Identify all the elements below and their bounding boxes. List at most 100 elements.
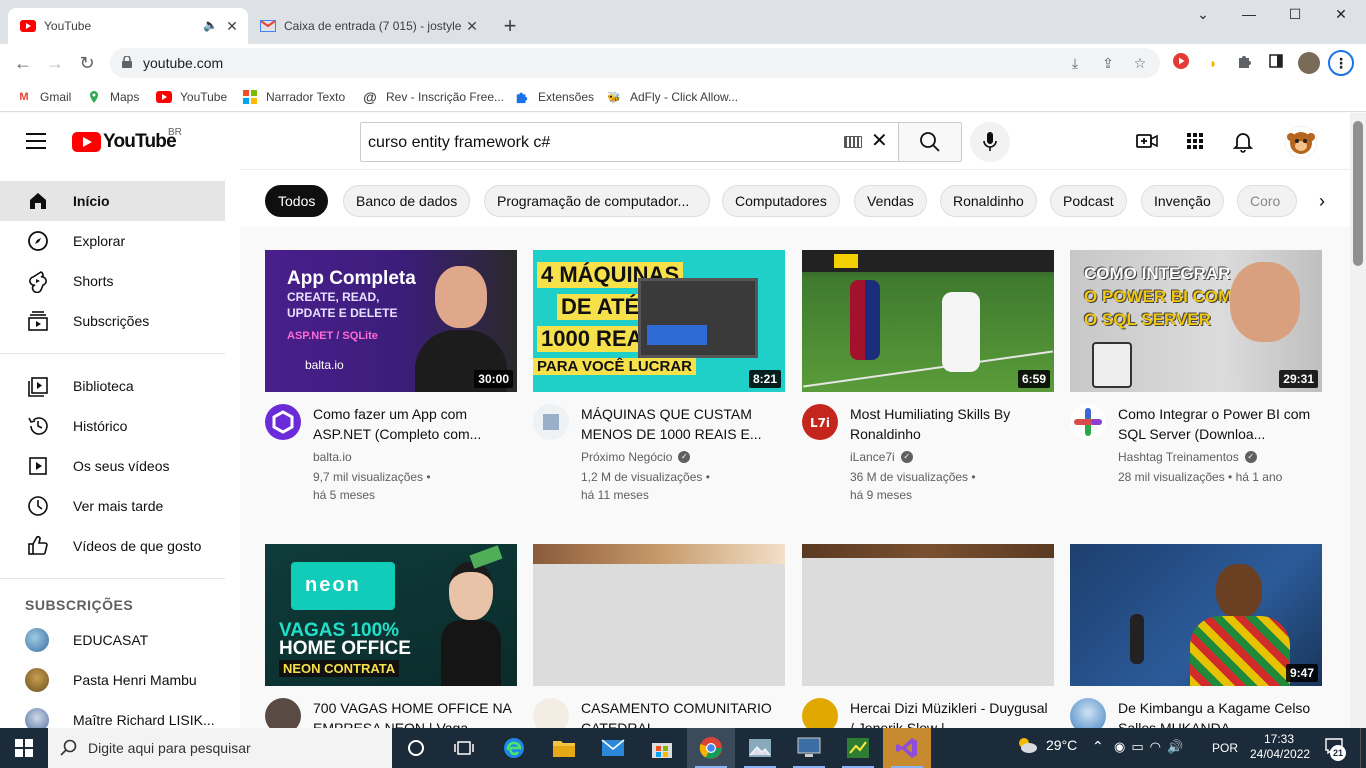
channel-name[interactable]: iLance7i ✓ xyxy=(850,450,913,464)
clear-search-icon[interactable]: ✕ xyxy=(871,131,888,151)
channel-name[interactable]: balta.io xyxy=(313,450,352,464)
video-title[interactable]: Hercai Dizi Müzikleri - Duygusal / Jener… xyxy=(850,698,1050,728)
maximize-button[interactable]: ☐ xyxy=(1272,6,1318,30)
video-card[interactable]: 6:59 L7i Most Humiliating Skills By Rona… xyxy=(802,250,1054,520)
remote-desktop-app[interactable] xyxy=(785,728,833,768)
visual-studio-app[interactable] xyxy=(883,728,931,768)
chip-programacao[interactable]: Programação de computador... xyxy=(484,185,710,217)
show-hidden-icons-icon[interactable]: ⌃ xyxy=(1092,738,1104,755)
channel-avatar[interactable] xyxy=(1070,404,1106,440)
chip-podcast[interactable]: Podcast xyxy=(1050,185,1127,217)
video-thumbnail[interactable]: 4 MÁQUINAS DE ATÉ 1000 REAIS PARA VOCÊ L… xyxy=(533,250,785,392)
tab-gmail[interactable]: Caixa de entrada (7 015) - jostyle ✕ xyxy=(248,8,488,44)
mail-app[interactable] xyxy=(589,728,637,768)
forward-button[interactable]: → xyxy=(42,50,68,76)
bookmark-maps[interactable]: Maps xyxy=(86,88,139,106)
bookmark-star-icon[interactable]: ☆ xyxy=(1130,53,1150,73)
video-thumbnail[interactable] xyxy=(802,544,1054,686)
video-card[interactable]: COMO INTEGRAR O POWER BI COM O SQL SERVE… xyxy=(1070,250,1322,520)
address-bar[interactable]: youtube.com ⤓ ⇪ ☆ xyxy=(110,48,1160,78)
video-card[interactable]: 9:47 De Kimbangu a Kagame Celso Salles M… xyxy=(1070,544,1322,728)
menu-kebab-icon[interactable]: ⋮ xyxy=(1328,50,1354,76)
start-button[interactable] xyxy=(0,728,48,768)
search-button[interactable] xyxy=(898,122,962,162)
extension-icon[interactable]: ◗ xyxy=(1203,53,1223,73)
notifications-bell-icon[interactable] xyxy=(1231,129,1255,153)
minimize-button[interactable]: — xyxy=(1226,6,1272,30)
video-title[interactable]: 700 VAGAS HOME OFFICE NA EMPRESA NEON | … xyxy=(313,698,513,728)
subscription-item[interactable]: Maître Richard LISIK... xyxy=(0,700,225,728)
video-title[interactable]: MÁQUINAS QUE CUSTAM MENOS DE 1000 REAIS … xyxy=(581,404,781,444)
bookmark-youtube[interactable]: YouTube xyxy=(156,88,227,106)
video-card[interactable]: neon VAGAS 100% HOME OFFICE NEON CONTRAT… xyxy=(265,544,517,728)
chip-vendas[interactable]: Vendas xyxy=(854,185,927,217)
apps-grid-icon[interactable] xyxy=(1183,129,1207,153)
sidebar-item-explorar[interactable]: Explorar xyxy=(0,221,225,261)
store-app[interactable] xyxy=(638,728,686,768)
spreadsheet-app[interactable] xyxy=(834,728,882,768)
battery-icon[interactable]: ▭ xyxy=(1131,739,1149,754)
sidebar-item-shorts[interactable]: Shorts xyxy=(0,261,225,301)
channel-avatar[interactable] xyxy=(1070,698,1106,728)
video-card[interactable]: Hercai Dizi Müzikleri - Duygusal / Jener… xyxy=(802,544,1054,728)
chip-ronaldinho[interactable]: Ronaldinho xyxy=(940,185,1037,217)
video-title[interactable]: Most Humiliating Skills By Ronaldinho xyxy=(850,404,1050,444)
task-view-button[interactable] xyxy=(392,728,440,768)
close-tab-icon[interactable]: ✕ xyxy=(464,18,480,34)
channel-avatar[interactable]: L7i xyxy=(802,404,838,440)
sidebar-item-os-seus-videos[interactable]: Os seus vídeos xyxy=(0,446,225,486)
subscription-item[interactable]: EDUCASAT xyxy=(0,620,225,660)
video-thumbnail[interactable]: 6:59 xyxy=(802,250,1054,392)
sidebar-item-historico[interactable]: Histórico xyxy=(0,406,225,446)
network-icon[interactable]: ◠ xyxy=(1150,739,1167,754)
video-thumbnail[interactable]: App Completa CREATE, READ, UPDATE E DELE… xyxy=(265,250,517,392)
weather-widget[interactable]: 29°C xyxy=(1016,736,1077,754)
chrome-app[interactable] xyxy=(687,728,735,768)
video-title[interactable]: CASAMENTO COMUNITARIO CATEDRAL... xyxy=(581,698,781,728)
tab-youtube[interactable]: YouTube 🔈 ✕ xyxy=(8,8,248,44)
bookmark-narrador[interactable]: Narrador Texto xyxy=(242,88,345,106)
system-tray-icons[interactable]: ◉▭◠🔊 xyxy=(1114,739,1189,755)
chip-invencao[interactable]: Invenção xyxy=(1141,185,1224,217)
sidebar-scrollbar[interactable] xyxy=(225,169,240,728)
video-card[interactable]: CASAMENTO COMUNITARIO CATEDRAL... xyxy=(533,544,785,728)
volume-icon[interactable]: 🔊 xyxy=(1167,739,1189,754)
bookmark-gmail[interactable]: M Gmail xyxy=(16,88,71,106)
channel-avatar[interactable] xyxy=(265,698,301,728)
sidebar-item-subscricoes[interactable]: Subscrições xyxy=(0,301,225,341)
close-tab-icon[interactable]: ✕ xyxy=(224,18,240,34)
bookmark-extensoes[interactable]: Extensões xyxy=(514,88,594,106)
sidebar-item-biblioteca[interactable]: Biblioteca xyxy=(0,366,225,406)
video-title[interactable]: Como Integrar o Power BI com SQL Server … xyxy=(1118,404,1318,444)
speaker-icon[interactable]: 🔈 xyxy=(203,18,218,32)
chip-banco-de-dados[interactable]: Banco de dados xyxy=(343,185,471,217)
channel-name[interactable]: Hashtag Treinamentos ✓ xyxy=(1118,450,1257,464)
video-thumbnail[interactable] xyxy=(533,544,785,686)
taskbar-search-input[interactable]: Digite aqui para pesquisar xyxy=(48,728,392,768)
notification-center-button[interactable]: 21 xyxy=(1322,737,1348,761)
search-input[interactable]: curso entity framework c# ✕ xyxy=(360,122,899,162)
create-video-icon[interactable] xyxy=(1135,129,1159,153)
page-scrollbar[interactable] xyxy=(1350,113,1366,728)
back-button[interactable]: ← xyxy=(10,50,36,76)
channel-avatar[interactable] xyxy=(802,698,838,728)
clock[interactable]: 17:33 24/04/2022 xyxy=(1250,732,1310,762)
video-card[interactable]: 4 MÁQUINAS DE ATÉ 1000 REAIS PARA VOCÊ L… xyxy=(533,250,785,520)
video-thumbnail[interactable]: COMO INTEGRAR O POWER BI COM O SQL SERVE… xyxy=(1070,250,1322,392)
video-thumbnail[interactable]: 9:47 xyxy=(1070,544,1322,686)
tab-search-icon[interactable]: ⌄ xyxy=(1180,6,1226,30)
voice-search-button[interactable] xyxy=(970,122,1010,162)
video-title[interactable]: Como fazer um App com ASP.NET (Completo … xyxy=(313,404,513,444)
chip-todos[interactable]: Todos xyxy=(265,185,329,217)
new-tab-button[interactable]: + xyxy=(498,14,522,38)
input-language[interactable]: POR xyxy=(1212,741,1238,755)
chip-computadores[interactable]: Computadores xyxy=(722,185,840,217)
chip-coro[interactable]: Coro xyxy=(1237,185,1297,217)
show-desktop-button[interactable] xyxy=(1360,728,1366,768)
keyboard-icon[interactable] xyxy=(844,136,862,148)
subscription-item[interactable]: Pasta Henri Mambu xyxy=(0,660,225,700)
scrollbar-thumb[interactable] xyxy=(1353,121,1363,266)
channel-avatar[interactable] xyxy=(533,698,569,728)
side-panel-icon[interactable] xyxy=(1266,53,1286,73)
menu-icon[interactable] xyxy=(26,133,46,149)
